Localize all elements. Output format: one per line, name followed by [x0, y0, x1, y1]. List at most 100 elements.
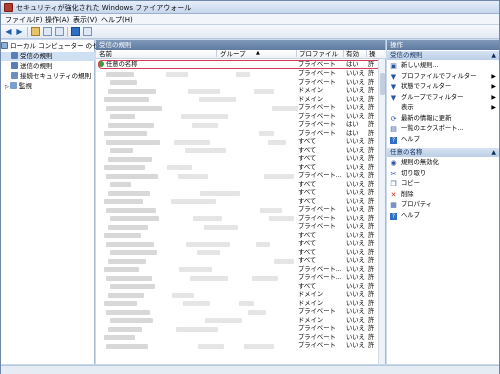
column-divider[interactable] — [216, 50, 217, 57]
rule-row[interactable]: プライベート いいえ許 — [96, 113, 386, 122]
redacted-group — [244, 343, 274, 349]
export-list-icon[interactable] — [55, 27, 64, 36]
rule-row[interactable]: すべて いいえ許 — [96, 155, 386, 164]
rule-profile: プライベート — [298, 325, 336, 332]
action-item[interactable]: ❐ コピー — [387, 179, 499, 189]
action-section-selected-rule[interactable]: 任意の名称 ▲ — [387, 148, 499, 157]
action-item[interactable]: ▼ プロファイルでフィルター ▶ — [387, 72, 499, 82]
rule-enabled: いいえ — [346, 325, 365, 332]
rule-enabled: いいえ — [346, 274, 365, 281]
rule-row[interactable]: すべて いいえ許 — [96, 198, 386, 207]
rule-row[interactable]: すべて いいえ許 — [96, 232, 386, 241]
rule-row[interactable]: プライベート いいえ許 — [96, 334, 386, 343]
rule-row[interactable]: ドメイン いいえ許 — [96, 317, 386, 326]
action-item[interactable]: ✂ 切り取り — [387, 169, 499, 179]
rule-profile: プライベート — [298, 129, 336, 137]
rule-row[interactable]: すべて いいえ許 — [96, 249, 386, 258]
action-item[interactable]: ? ヘルプ — [387, 211, 499, 221]
rule-row[interactable]: プライベート はい 許 — [96, 130, 386, 139]
rule-row[interactable]: すべて いいえ許 — [96, 181, 386, 190]
menu-view[interactable]: 表示(V) — [73, 15, 97, 25]
tree-item-outbound-rules[interactable]: 送信の規則 — [1, 62, 95, 71]
action-item[interactable]: ▦ プロパティ — [387, 200, 499, 210]
help-toolbar-icon[interactable] — [71, 27, 80, 36]
action-item[interactable]: 表示 ▶ — [387, 103, 499, 113]
column-name[interactable]: 名前 — [99, 50, 112, 59]
collapse-arrow-icon[interactable]: ▲ — [491, 51, 496, 60]
rule-row[interactable]: プライベート... いいえ許 — [96, 172, 386, 181]
rule-enabled: いいえ — [346, 265, 365, 273]
rule-profile: プライベート... — [298, 265, 342, 273]
action-item[interactable]: ? ヘルプ — [387, 135, 499, 145]
forward-icon[interactable]: ▶ — [15, 27, 24, 36]
action-item[interactable]: ◉ 規則の無効化 — [387, 158, 499, 168]
menu-action[interactable]: 操作(A) — [45, 15, 69, 25]
collapse-arrow-icon[interactable]: ▲ — [491, 148, 496, 157]
column-action[interactable]: 操 — [369, 50, 376, 59]
rule-row[interactable]: プライベート いいえ許 — [96, 70, 386, 79]
rule-row[interactable]: すべて いいえ許 — [96, 240, 386, 249]
column-divider[interactable] — [296, 50, 297, 57]
rule-row[interactable]: プライベート はい 許 — [96, 121, 386, 130]
rule-action: 許 — [368, 231, 375, 239]
redacted-name — [104, 131, 147, 136]
action-item[interactable]: ⟳ 最新の情報に更新 — [387, 114, 499, 124]
tree-item-monitoring[interactable]: ▷ 監視 — [1, 82, 95, 91]
menu-file[interactable]: ファイル(F) — [5, 15, 43, 25]
action-section-inbound-rules[interactable]: 受信の規則 ▲ — [387, 51, 499, 60]
redacted-name — [106, 241, 154, 247]
rule-row[interactable]: プライベート いいえ許 — [96, 342, 386, 351]
tree-item-inbound-rules[interactable]: 受信の規則 — [1, 52, 95, 61]
column-profile[interactable]: プロファイル — [299, 50, 338, 59]
column-divider[interactable] — [366, 50, 367, 57]
rule-row[interactable]: ドメイン いいえ許 — [96, 87, 386, 96]
action-item[interactable]: ▤ 一覧のエクスポート... — [387, 124, 499, 134]
menu-help[interactable]: ヘルプ(H) — [101, 15, 133, 25]
action-item[interactable]: ▼ グループでフィルター ▶ — [387, 93, 499, 103]
rule-profile: すべて — [298, 197, 317, 205]
action-item[interactable]: ▼ 状態でフィルター ▶ — [387, 82, 499, 92]
rule-row[interactable]: プライベート... いいえ許 — [96, 274, 386, 283]
rule-row[interactable]: ドメイン いいえ許 — [96, 291, 386, 300]
rule-row[interactable]: プライベート いいえ許 — [96, 223, 386, 232]
rule-row[interactable]: すべて いいえ許 — [96, 283, 386, 292]
rule-row[interactable]: すべて いいえ許 — [96, 189, 386, 198]
rule-row[interactable]: プライベート いいえ許 — [96, 215, 386, 224]
rule-enabled: いいえ — [346, 316, 365, 324]
rule-row[interactable]: プライベート いいえ許 — [96, 206, 386, 215]
redacted-group — [256, 241, 270, 247]
action-item-label: 新しい規則... — [401, 62, 439, 69]
rule-row[interactable]: ドメイン いいえ許 — [96, 96, 386, 105]
column-enabled[interactable]: 有効 — [346, 50, 359, 59]
rule-row[interactable]: プライベート いいえ許 — [96, 79, 386, 88]
rule-profile: プライベート — [298, 78, 336, 86]
action-item-label: 削除 — [401, 190, 414, 198]
window-title: セキュリティが強化された Windows ファイアウォール — [16, 4, 192, 12]
rule-row[interactable]: プライベート いいえ許 — [96, 308, 386, 317]
show-hide-tree-icon[interactable] — [43, 27, 52, 36]
column-group[interactable]: グループ — [220, 50, 246, 59]
action-item[interactable]: ▣ 新しい規則... — [387, 61, 499, 71]
rule-profile: プライベート — [298, 214, 336, 222]
rule-row[interactable]: プライベート いいえ許 — [96, 104, 386, 113]
show-action-pane-icon[interactable] — [83, 27, 92, 36]
tree-item-connection-security[interactable]: 接続セキュリティの規則 — [1, 72, 95, 81]
rule-row[interactable]: すべて いいえ許 — [96, 257, 386, 266]
rule-row[interactable]: すべて いいえ許 — [96, 138, 386, 147]
vertical-scrollbar[interactable] — [378, 59, 385, 364]
scrollbar-thumb[interactable] — [380, 73, 385, 95]
rule-action: 許 — [368, 282, 375, 290]
rule-row[interactable]: プライベート いいえ許 — [96, 325, 386, 334]
rule-enabled: いいえ — [346, 206, 365, 213]
tree-root[interactable]: ローカル コンピューター のセ — [1, 42, 99, 51]
action-item[interactable]: ✕ 削除 — [387, 190, 499, 200]
rule-row[interactable]: すべて いいえ許 — [96, 147, 386, 156]
back-icon[interactable]: ◀ — [4, 27, 13, 36]
expand-arrow-icon[interactable]: ▷ — [5, 84, 9, 90]
redacted-group — [252, 275, 278, 281]
up-folder-icon[interactable] — [31, 27, 40, 36]
rule-row[interactable]: ドメイン いいえ許 — [96, 300, 386, 309]
column-divider[interactable] — [343, 50, 344, 57]
rule-row[interactable]: すべて いいえ許 — [96, 164, 386, 173]
rule-row[interactable]: プライベート... いいえ許 — [96, 266, 386, 275]
